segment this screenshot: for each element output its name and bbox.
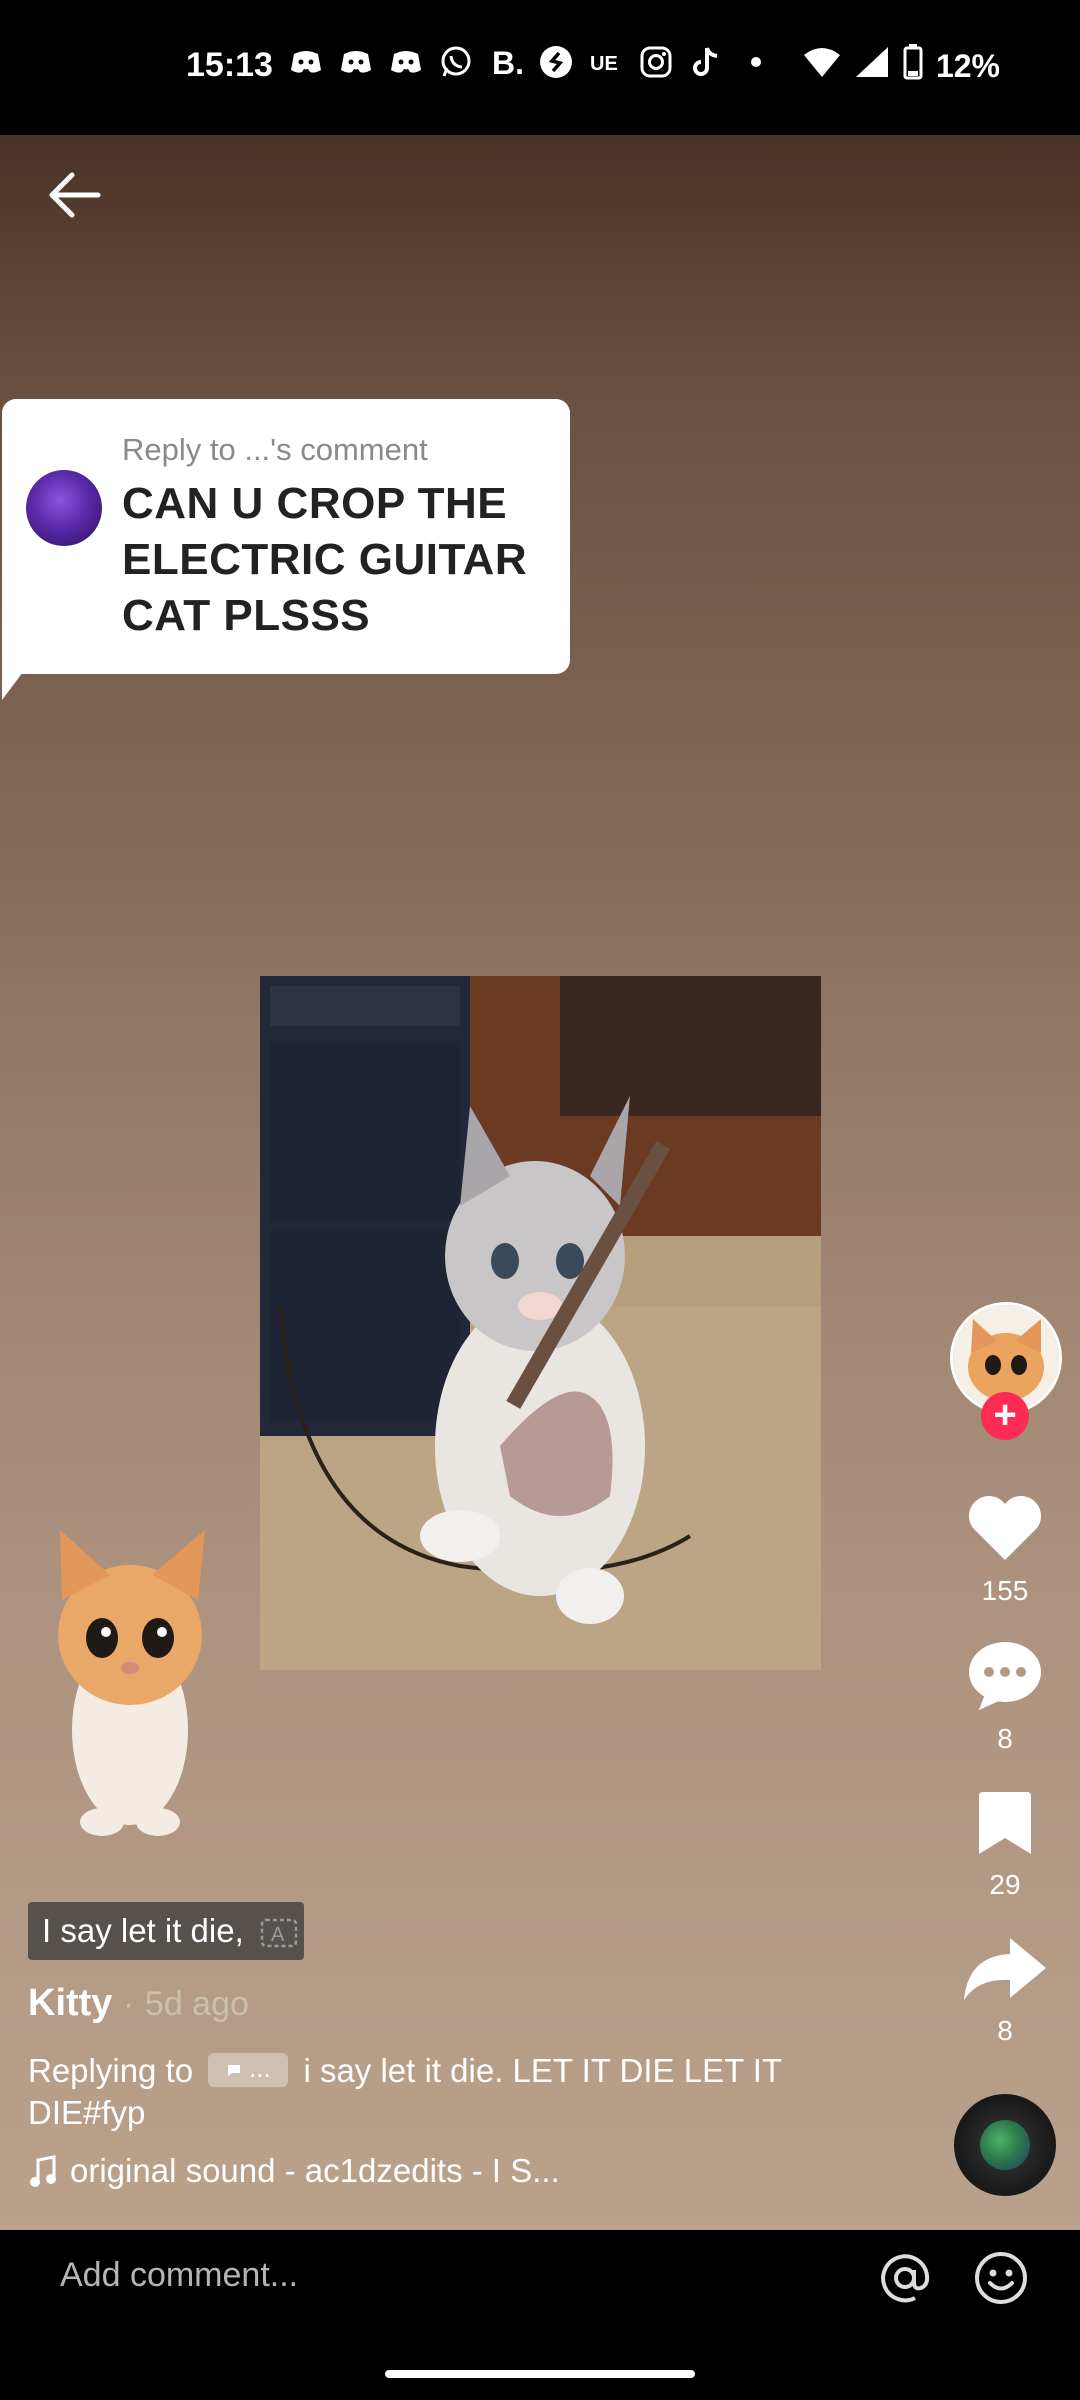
status-bar: 15:13 B. UE 12%: [0, 0, 1080, 135]
replied-user-chip[interactable]: ...: [208, 2053, 289, 2088]
status-time: 15:13: [186, 46, 273, 84]
notification-icons: B. UE: [288, 44, 774, 81]
share-arrow-icon: [964, 1938, 1046, 2000]
save-count: 29: [989, 1869, 1021, 1900]
comment-icon: [969, 1642, 1041, 1710]
translate-icon[interactable]: A: [260, 1916, 298, 1948]
smiley-icon: [975, 2252, 1027, 2304]
tiktok-icon: [688, 44, 724, 80]
dot-icon: [738, 44, 774, 80]
orange-kitten-sticker: [40, 1530, 220, 1840]
comment-count: 8: [997, 1723, 1013, 1754]
heart-icon: [969, 1496, 1041, 1560]
post-time: 5d ago: [144, 1985, 249, 2023]
replied-user-text: ...: [249, 2053, 271, 2084]
discord-icon: [388, 44, 424, 80]
share-button[interactable]: 8: [955, 1934, 1055, 2047]
back-arrow-icon: [49, 172, 101, 218]
instagram-icon: [638, 44, 674, 80]
svg-text:A: A: [271, 1924, 285, 1946]
status-right: 12%: [802, 44, 1000, 88]
music-row[interactable]: original sound - ac1dzedits - I S...: [28, 2152, 560, 2190]
back-button[interactable]: [40, 160, 110, 230]
music-label: original sound - ac1dzedits - I S...: [70, 2152, 560, 2189]
signal-icon: [854, 45, 890, 87]
like-count: 155: [981, 1575, 1029, 1606]
commenter-avatar: [26, 470, 102, 546]
ue-icon: UE: [588, 44, 624, 80]
like-button[interactable]: 155: [955, 1490, 1055, 1607]
caption-chip[interactable]: I say let it die, A: [28, 1902, 304, 1960]
comment-input[interactable]: Add comment...: [60, 2256, 298, 2295]
caption-text: I say let it die,: [42, 1912, 244, 1949]
reply-header: Reply to ...'s comment: [122, 432, 428, 467]
discord-icon: [288, 44, 324, 80]
shazam-icon: [538, 44, 574, 80]
meta-separator: ·: [123, 1985, 135, 2023]
whatsapp-icon: [438, 44, 474, 80]
svg-text:B.: B.: [492, 45, 524, 80]
replying-to-label: Replying to: [28, 2052, 194, 2089]
music-disc[interactable]: [954, 2094, 1056, 2196]
follow-button[interactable]: +: [981, 1392, 1029, 1440]
music-note-icon: [30, 2155, 56, 2187]
save-button[interactable]: 29: [955, 1788, 1055, 1901]
wifi-icon: [802, 45, 842, 87]
battery-icon: [902, 44, 924, 88]
home-indicator[interactable]: [385, 2370, 695, 2378]
comment-button[interactable]: 8: [955, 1638, 1055, 1755]
battery-level: 12%: [935, 47, 1000, 84]
reply-comment-text: CAN U CROP THE ELECTRIC GUITAR CAT PLSSS: [122, 479, 528, 640]
b-icon: B.: [488, 44, 524, 81]
author-name[interactable]: Kitty: [28, 1982, 112, 2024]
mention-button[interactable]: [877, 2250, 933, 2306]
author-row[interactable]: Kitty · 5d ago: [28, 1982, 249, 2025]
music-disc-cover: [980, 2120, 1030, 2170]
share-count: 8: [997, 2015, 1013, 2046]
comment-bubble-icon: [227, 2065, 240, 2077]
svg-text:UE: UE: [590, 53, 618, 75]
at-icon: [881, 2254, 930, 2303]
video-description[interactable]: Replying to ... i say let it die. LET IT…: [28, 2050, 848, 2134]
kitten-guitar-image: [260, 976, 821, 1670]
bookmark-icon: [979, 1792, 1031, 1854]
reply-bubble-tail: [2, 660, 32, 700]
emoji-button[interactable]: [973, 2250, 1029, 2306]
discord-icon: [338, 44, 374, 80]
